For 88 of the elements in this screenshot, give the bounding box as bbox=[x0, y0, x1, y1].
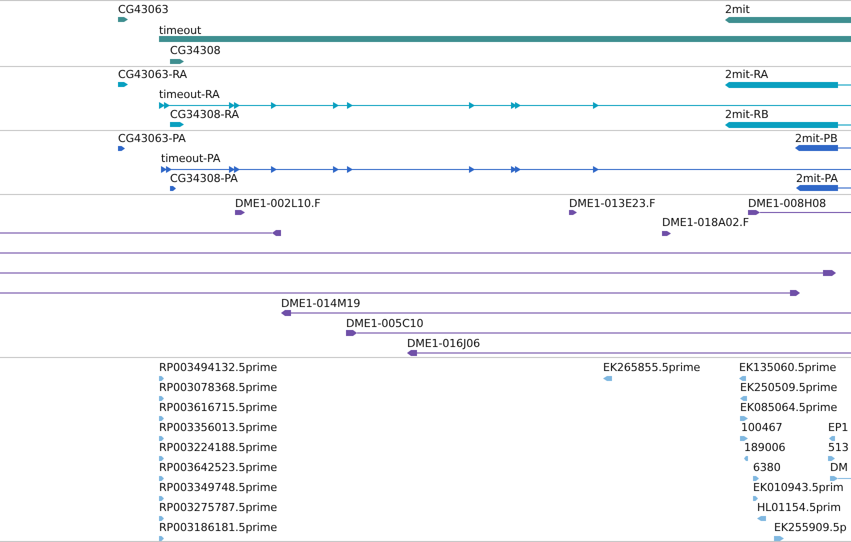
feature-label: DME1-005C10 bbox=[346, 317, 424, 330]
feature-label: 2mit-PA bbox=[796, 172, 838, 185]
feature-label: DME1-016J06 bbox=[407, 337, 480, 350]
gene-glyph[interactable] bbox=[118, 16, 128, 22]
clone-glyph[interactable] bbox=[0, 230, 281, 236]
feature-label: EK135060.5prime bbox=[739, 361, 836, 374]
est-glyph[interactable] bbox=[739, 376, 746, 380]
est-glyph[interactable] bbox=[757, 516, 766, 520]
feature-label: DME1-018A02.F bbox=[662, 216, 749, 229]
feature-label: CG34308-PA bbox=[170, 172, 238, 185]
transcript-glyph[interactable] bbox=[159, 102, 851, 108]
feature-label: RP003349748.5prime bbox=[159, 481, 278, 494]
est-glyph[interactable] bbox=[159, 536, 164, 540]
est-glyph[interactable] bbox=[159, 496, 164, 500]
est-glyph[interactable] bbox=[603, 376, 612, 380]
feature-label: DME1-002L10.F bbox=[235, 197, 321, 210]
feature-label: timeout-PA bbox=[161, 152, 220, 165]
transcript-glyph[interactable] bbox=[170, 122, 184, 126]
feature-label: 2mit-RA bbox=[725, 68, 768, 81]
feature-label: CG43063 bbox=[118, 3, 168, 16]
clone-glyph[interactable] bbox=[569, 210, 577, 214]
est-glyph[interactable] bbox=[740, 396, 747, 400]
feature-label: EK265855.5prime bbox=[603, 361, 700, 374]
feature-label: RP003224188.5prime bbox=[159, 441, 278, 454]
transcript-glyph[interactable] bbox=[725, 122, 851, 128]
transcript-glyph[interactable] bbox=[725, 82, 851, 88]
feature-label: 2mit bbox=[725, 3, 750, 16]
est-glyph[interactable] bbox=[159, 516, 164, 520]
feature-label: RP003356013.5prime bbox=[159, 421, 278, 434]
feature-label: 513 bbox=[828, 441, 849, 454]
est-glyph[interactable] bbox=[774, 536, 784, 540]
feature-label: CG43063-PA bbox=[118, 132, 186, 145]
feature-label: DME1-013E23.F bbox=[569, 197, 656, 210]
feature-label: EK010943.5prim bbox=[753, 481, 844, 494]
feature-label: 2mit-RB bbox=[725, 108, 769, 121]
clone-glyph[interactable] bbox=[281, 310, 851, 316]
clone-glyph[interactable] bbox=[407, 350, 851, 356]
est-glyph[interactable] bbox=[830, 476, 851, 480]
feature-label: RP003078368.5prime bbox=[159, 381, 278, 394]
feature-label: EK085064.5prime bbox=[740, 401, 838, 414]
feature-label: timeout-RA bbox=[159, 88, 220, 101]
feature-label: CG43063-RA bbox=[118, 68, 187, 81]
feature-label: 100467 bbox=[741, 421, 782, 434]
feature-label: RP003616715.5prime bbox=[159, 401, 278, 414]
est-glyph[interactable] bbox=[159, 376, 164, 380]
feature-label: DME1-014M19 bbox=[281, 297, 360, 310]
feature-label: CG34308-RA bbox=[170, 108, 239, 121]
feature-label: EK250509.5prime bbox=[740, 381, 838, 394]
clone-glyph[interactable] bbox=[0, 250, 851, 256]
est-glyph[interactable] bbox=[159, 396, 164, 400]
feature-label: timeout bbox=[159, 24, 202, 37]
est-glyph[interactable] bbox=[159, 456, 164, 460]
feature-label: RP003275787.5prime bbox=[159, 501, 278, 514]
clone-glyph[interactable] bbox=[0, 270, 836, 276]
protein-glyph[interactable] bbox=[170, 186, 176, 190]
feature-label: CG34308 bbox=[170, 44, 220, 57]
est-glyph[interactable] bbox=[828, 456, 835, 460]
clone-glyph[interactable] bbox=[0, 290, 800, 296]
feature-label: 189006 bbox=[744, 441, 786, 454]
est-glyph[interactable] bbox=[159, 416, 164, 420]
protein-glyph[interactable] bbox=[161, 166, 851, 172]
feature-label: RP003642523.5prime bbox=[159, 461, 278, 474]
est-glyph[interactable] bbox=[744, 456, 748, 460]
protein-glyph[interactable] bbox=[118, 146, 125, 150]
protein-glyph[interactable] bbox=[796, 185, 851, 191]
est-glyph[interactable] bbox=[740, 436, 748, 440]
clone-glyph[interactable] bbox=[662, 230, 671, 236]
feature-label: RP003186181.5prime bbox=[159, 521, 278, 534]
feature-label: DM bbox=[830, 461, 848, 474]
feature-label: 2mit-PB bbox=[795, 132, 838, 145]
est-glyph[interactable] bbox=[753, 496, 758, 500]
feature-label: HL01154.5prim bbox=[757, 501, 841, 514]
feature-label: EK255909.5p bbox=[774, 521, 847, 534]
feature-label: DME1-008H08 bbox=[748, 197, 826, 210]
feature-label: 6380 bbox=[753, 461, 781, 474]
est-glyph[interactable] bbox=[753, 476, 759, 480]
feature-label: EP1 bbox=[828, 421, 848, 434]
feature-label: RP003494132.5prime bbox=[159, 361, 278, 374]
protein-glyph[interactable] bbox=[795, 145, 851, 151]
est-glyph[interactable] bbox=[740, 416, 748, 420]
est-glyph[interactable] bbox=[159, 476, 164, 480]
est-glyph[interactable] bbox=[159, 436, 164, 440]
est-glyph[interactable] bbox=[829, 436, 835, 440]
clone-glyph[interactable] bbox=[235, 210, 245, 214]
clone-glyph[interactable] bbox=[346, 330, 851, 336]
transcript-glyph[interactable] bbox=[118, 82, 128, 86]
gene-glyph[interactable] bbox=[170, 58, 184, 64]
clone-glyph[interactable] bbox=[748, 210, 851, 214]
